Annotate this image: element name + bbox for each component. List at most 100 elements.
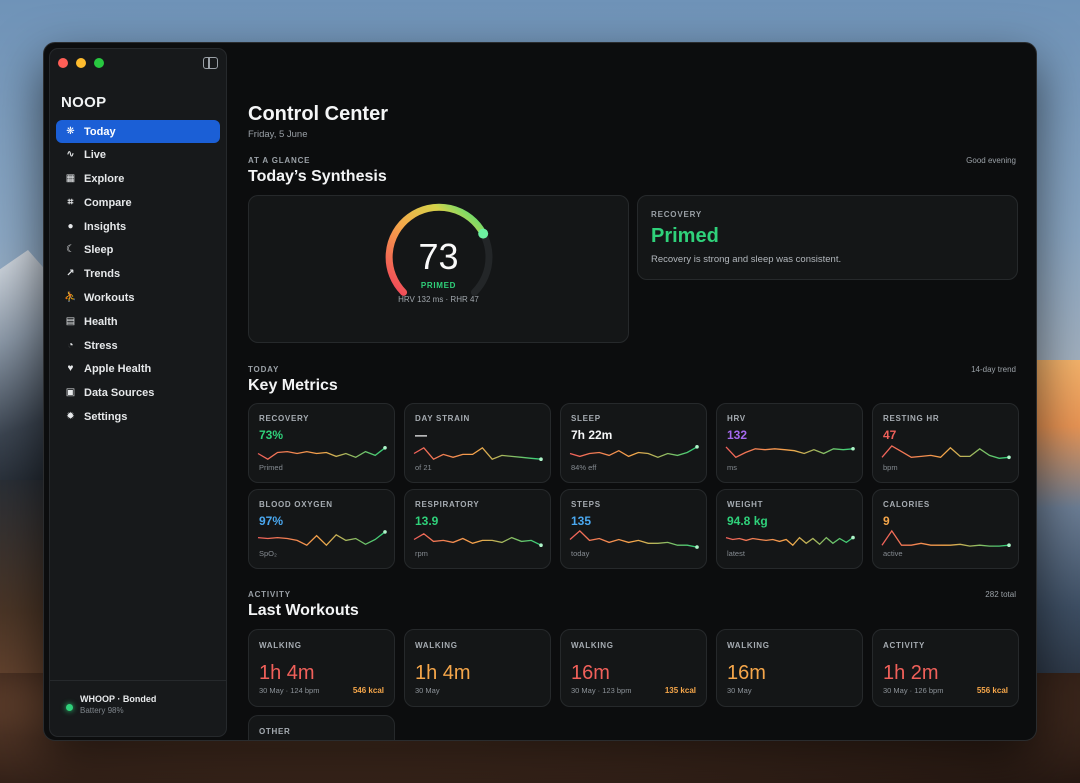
workout-card[interactable]: WALKING 16m 30 May · 123 bpm 135 kcal (560, 629, 707, 707)
metric-value: 97% (259, 514, 284, 528)
workouts-title: Last Workouts (248, 602, 359, 619)
metric-card-resting-hr[interactable]: RESTING HR 47 bpm (872, 403, 1019, 483)
workout-duration: 1h 4m (415, 662, 471, 684)
recovery-eyebrow: RECOVERY (651, 210, 703, 219)
sidebar-item-insights[interactable]: ● Insights (56, 215, 220, 238)
page-date: Friday, 5 June (248, 129, 308, 140)
metric-card-sleep[interactable]: SLEEP 7h 22m 84% eff (560, 403, 707, 483)
workout-duration: 1h 4m (259, 662, 315, 684)
metric-subtitle: bpm (883, 463, 898, 472)
sparkline-path (725, 536, 854, 547)
workout-card[interactable]: WALKING 1h 4m 30 May (404, 629, 551, 707)
metric-value: 47 (883, 428, 897, 442)
metric-sparkline (725, 446, 855, 459)
sparkline-end-dot (1007, 543, 1011, 547)
workouts-eyebrow: ACTIVITY (248, 590, 291, 599)
sparkline-end-dot (695, 545, 699, 549)
metric-card-calories[interactable]: CALORIES 9 active (872, 489, 1019, 569)
sidebar-item-today[interactable]: ❋ Today (56, 120, 220, 143)
sidebar-item-workouts[interactable]: ⛹ Workouts (56, 287, 220, 310)
metric-card-recovery[interactable]: RECOVERY 73% Primed (248, 403, 395, 483)
metric-sparkline (413, 533, 543, 547)
metric-label: RESPIRATORY (415, 500, 480, 509)
sidebar-item-stress[interactable]: ◔ Stress (56, 334, 220, 357)
workout-card-other[interactable]: OTHER (248, 715, 395, 740)
workout-card[interactable]: WALKING 1h 4m 30 May · 124 bpm 546 kcal (248, 629, 395, 707)
metric-label: HRV (727, 414, 746, 423)
metric-card-respiratory[interactable]: RESPIRATORY 13.9 rpm (404, 489, 551, 569)
metric-label: RESTING HR (883, 414, 940, 423)
sparkline-path (257, 531, 386, 547)
sparkline-end-dot (383, 530, 387, 534)
sidebar-item-settings[interactable]: ✹ Settings (56, 406, 220, 429)
sidebar-item-label: Compare (84, 196, 132, 209)
connection-dot-icon (66, 704, 73, 711)
device-battery: Battery 98% (80, 706, 124, 715)
sparkline-path (569, 446, 698, 458)
window-controls (58, 58, 104, 68)
metric-sparkline (881, 445, 1011, 460)
metrics-aside: 14-day trend (971, 365, 1016, 374)
device-status[interactable]: WHOOP · Bonded Battery 98% (50, 680, 226, 736)
metric-card-blood-oxygen[interactable]: BLOOD OXYGEN 97% SpO₂ (248, 489, 395, 569)
sidebar-item-sleep[interactable]: ☾ Sleep (56, 239, 220, 262)
sidebar-item-explore[interactable]: ▦ Explore (56, 168, 220, 191)
sidebar-toggle-icon[interactable] (203, 57, 218, 69)
workout-card[interactable]: ACTIVITY 1h 2m 30 May · 126 bpm 556 kcal (872, 629, 1019, 707)
workouts-aside: 282 total (985, 590, 1016, 599)
greeting: Good evening (966, 156, 1016, 165)
gear-icon: ✹ (66, 411, 75, 423)
metric-subtitle: SpO₂ (259, 549, 277, 558)
metric-label: DAY STRAIN (415, 414, 471, 423)
sparkline-end-dot (383, 446, 387, 450)
clipboard-icon: ▤ (65, 315, 76, 327)
sparkline-end-dot (695, 445, 699, 449)
metric-value: 94.8 kg (727, 514, 768, 528)
sidebar-item-label: Insights (84, 220, 127, 233)
sidebar-item-label: Data Sources (84, 387, 155, 400)
workout-duration: 16m (727, 662, 766, 684)
grid-icon: ▦ (65, 173, 76, 185)
sidebar-item-label: Settings (84, 411, 128, 424)
metric-subtitle: today (571, 549, 590, 558)
zoom-button[interactable] (94, 58, 104, 68)
metrics-title: Key Metrics (248, 377, 338, 394)
workout-card[interactable]: WALKING 16m 30 May (716, 629, 863, 707)
sparkline-path (569, 530, 698, 548)
pulse-icon: ∿ (66, 149, 75, 161)
sidebar-item-trends[interactable]: ↗ Trends (56, 263, 220, 286)
recovery-description: Recovery is strong and sleep was consist… (651, 254, 842, 265)
sidebar-item-data-sources[interactable]: ▣ Data Sources (56, 382, 220, 405)
device-name: WHOOP · Bonded (80, 694, 157, 704)
metrics-eyebrow: TODAY (248, 365, 280, 374)
runner-icon: ⛹ (64, 292, 77, 304)
sidebar-item-live[interactable]: ∿ Live (56, 144, 220, 167)
minimize-button[interactable] (76, 58, 86, 68)
sparkline-end-dot (851, 535, 855, 540)
sidebar-item-label: Health (84, 315, 118, 328)
page-title: Control Center (248, 103, 388, 125)
recovery-gauge-card[interactable]: 73 PRIMED HRV 132 ms · RHR 47 (248, 195, 629, 343)
metric-card-weight[interactable]: WEIGHT 94.8 kg latest (716, 489, 863, 569)
sparkline-end-dot (539, 543, 543, 547)
workout-calories: 135 kcal (664, 686, 696, 695)
close-button[interactable] (58, 58, 68, 68)
metric-subtitle: Primed (259, 463, 283, 472)
metric-card-hrv[interactable]: HRV 132 ms (716, 403, 863, 483)
workout-calories: 556 kcal (976, 686, 1008, 695)
recovery-summary-card[interactable]: RECOVERY Primed Recovery is strong and s… (637, 195, 1018, 280)
sidebar-item-label: Stress (84, 339, 118, 352)
metric-value: 9 (883, 514, 890, 528)
metric-sparkline (257, 530, 387, 547)
metric-card-steps[interactable]: STEPS 135 today (560, 489, 707, 569)
sidebar-item-apple-health[interactable]: ♥ Apple Health (56, 358, 220, 381)
sidebar-item-compare[interactable]: ⌗ Compare (56, 191, 220, 214)
sidebar-item-label: Sleep (84, 244, 114, 257)
sidebar-item-label: Today (84, 125, 116, 138)
sparkline-end-dot (1007, 455, 1011, 460)
heart-icon: ♥ (67, 363, 74, 375)
metric-sparkline (569, 445, 699, 458)
sidebar-item-health[interactable]: ▤ Health (56, 310, 220, 333)
metric-card-day-strain[interactable]: DAY STRAIN — of 21 (404, 403, 551, 483)
workout-duration: 16m (571, 662, 610, 684)
